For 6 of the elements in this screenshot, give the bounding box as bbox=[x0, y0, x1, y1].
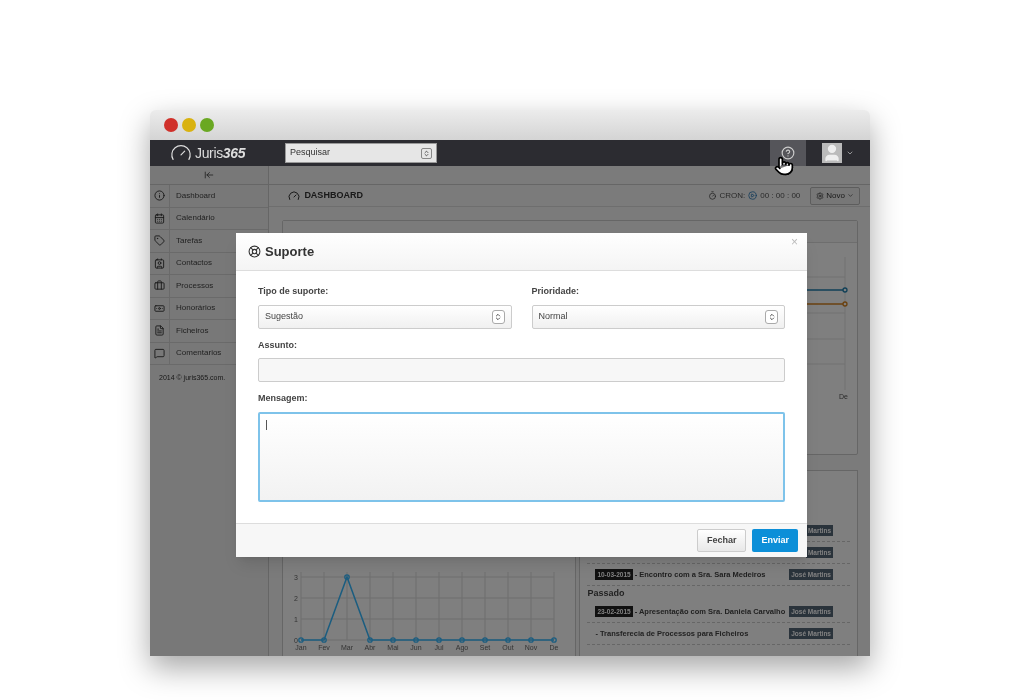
page-title: DASHBOARD bbox=[304, 188, 363, 202]
section-heading: Passado bbox=[587, 586, 626, 600]
timer-label: CRON: bbox=[719, 189, 746, 202]
field-label: Mensagem: bbox=[258, 392, 309, 405]
field-label: Prioridade: bbox=[531, 285, 580, 298]
timer-value: 00 : 00 : 00 bbox=[760, 189, 801, 202]
